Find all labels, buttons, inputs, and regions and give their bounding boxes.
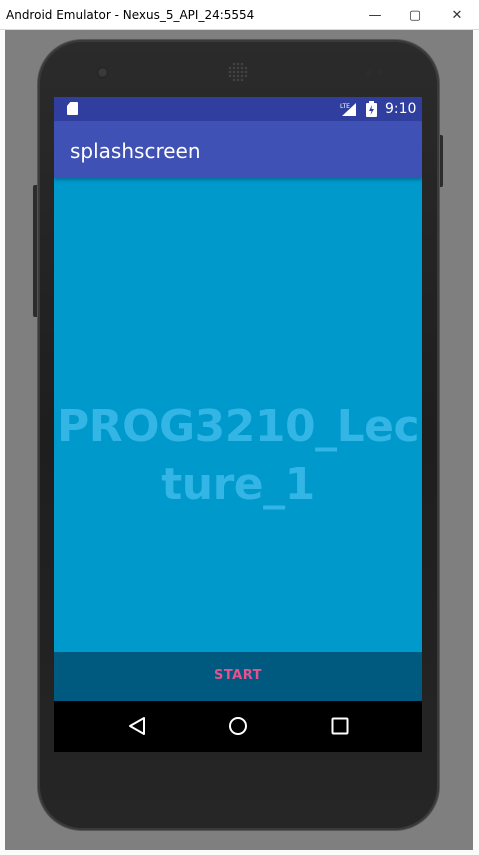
proximity-sensor xyxy=(366,70,371,75)
network-label: LTE xyxy=(340,103,350,110)
app-toolbar: splashscreen xyxy=(54,121,422,178)
splash-text: PROG3210_Lecture_1 xyxy=(56,401,420,510)
back-icon[interactable] xyxy=(126,715,148,737)
app-title: splashscreen xyxy=(70,139,201,163)
splash-content: PROG3210_Lecture_1 xyxy=(54,178,422,652)
battery-charging-icon xyxy=(366,101,377,117)
earpiece-speaker xyxy=(228,62,248,82)
recents-icon[interactable] xyxy=(329,715,351,737)
minimize-button[interactable]: — xyxy=(355,0,395,30)
start-button[interactable]: START xyxy=(198,668,278,683)
window-titlebar: Android Emulator - Nexus_5_API_24:5554 —… xyxy=(0,0,479,30)
bottom-action-bar: START xyxy=(54,652,422,701)
home-icon[interactable] xyxy=(227,715,249,737)
status-clock: 9:10 xyxy=(385,101,417,117)
window-controls: — ▢ ✕ xyxy=(355,0,479,30)
window-title: Android Emulator - Nexus_5_API_24:5554 xyxy=(6,8,255,22)
lte-signal-icon: LTE xyxy=(340,103,356,116)
light-sensor xyxy=(377,70,382,75)
maximize-button[interactable]: ▢ xyxy=(395,0,435,30)
sd-card-icon xyxy=(67,102,78,115)
close-button[interactable]: ✕ xyxy=(435,0,479,30)
front-camera xyxy=(97,67,108,78)
device-screen[interactable]: LTE 9:10 splashscreen PROG3210_Lecture_1… xyxy=(54,97,422,752)
status-bar: LTE 9:10 xyxy=(54,97,422,121)
navigation-bar xyxy=(54,701,422,752)
